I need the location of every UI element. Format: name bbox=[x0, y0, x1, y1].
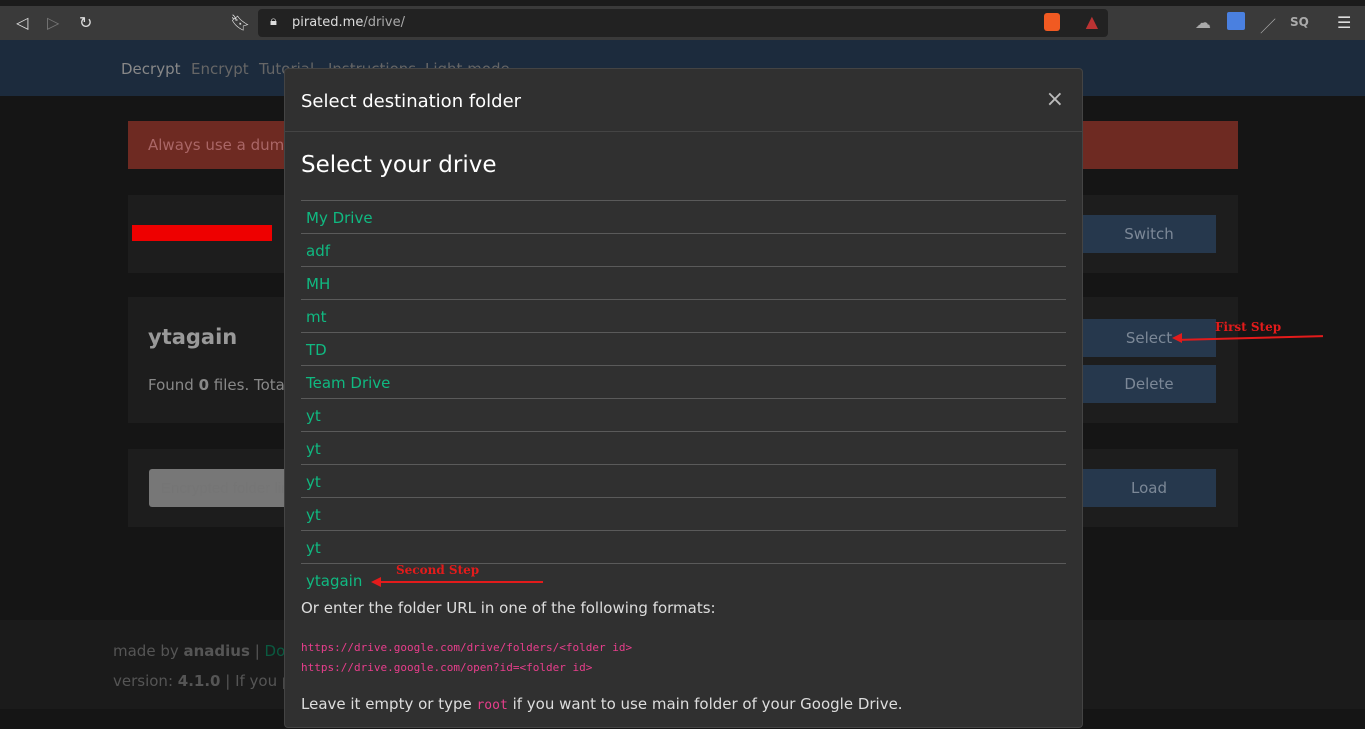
drive-item[interactable]: yt bbox=[301, 399, 1066, 432]
annotation-arrow bbox=[380, 581, 543, 583]
drive-item[interactable]: MH bbox=[301, 267, 1066, 300]
drive-heading: Select your drive bbox=[301, 152, 497, 178]
address-bar[interactable]: 🔒︎ pirated.me/drive/ ▲ bbox=[258, 9, 1108, 37]
lock-icon: 🔒︎ bbox=[270, 14, 277, 29]
drive-item[interactable]: adf bbox=[301, 234, 1066, 267]
back-icon[interactable]: ◁ bbox=[16, 13, 28, 32]
url-format-1: https://drive.google.com/drive/folders/<… bbox=[301, 641, 633, 654]
root-instructions: Leave it empty or type root if you want … bbox=[301, 695, 903, 713]
nav-encrypt[interactable]: Encrypt bbox=[191, 60, 249, 78]
modal-title: Select destination folder bbox=[301, 91, 522, 112]
nav-decrypt[interactable]: Decrypt bbox=[121, 60, 180, 78]
bookmark-icon[interactable]: 🔖︎ bbox=[230, 13, 250, 32]
annotation-first-step: First Step bbox=[1215, 320, 1282, 334]
pen-icon[interactable]: ／ bbox=[1260, 13, 1276, 37]
reload-icon[interactable]: ↻ bbox=[79, 13, 92, 32]
select-folder-modal: Select destination folder × Select your … bbox=[284, 68, 1083, 728]
translate-icon[interactable] bbox=[1227, 12, 1245, 30]
load-button[interactable]: Load bbox=[1082, 469, 1216, 507]
annotation-second-step: Second Step bbox=[396, 563, 480, 577]
drive-item[interactable]: yt bbox=[301, 531, 1066, 564]
sq-extension-icon[interactable]: SQ bbox=[1290, 15, 1309, 29]
redacted-account bbox=[132, 225, 272, 241]
brave-shield-icon[interactable] bbox=[1044, 13, 1060, 31]
browser-toolbar: ◁ ▷ ↻ 🔖︎ 🔒︎ pirated.me/drive/ ▲ ☁ ／ SQ ☰ bbox=[0, 6, 1365, 40]
menu-icon[interactable]: ☰ bbox=[1337, 13, 1351, 32]
folder-name: ytagain bbox=[148, 325, 238, 349]
arrow-head-icon bbox=[371, 577, 381, 587]
url-instructions: Or enter the folder URL in one of the fo… bbox=[301, 599, 716, 617]
forward-icon[interactable]: ▷ bbox=[47, 13, 59, 32]
modal-header: Select destination folder × bbox=[285, 69, 1082, 132]
drive-item[interactable]: TD bbox=[301, 333, 1066, 366]
arrow-head-icon bbox=[1172, 333, 1182, 343]
drive-item[interactable]: My Drive bbox=[301, 201, 1066, 234]
files-found: Found 0 files. Total bbox=[148, 376, 290, 394]
drive-item[interactable]: yt bbox=[301, 465, 1066, 498]
close-icon[interactable]: × bbox=[1046, 87, 1064, 112]
drive-item[interactable]: Team Drive bbox=[301, 366, 1066, 399]
drive-item[interactable]: yt bbox=[301, 498, 1066, 531]
url-format-2: https://drive.google.com/open?id=<folder… bbox=[301, 661, 593, 674]
drive-list: My Drive adf MH mt TD Team Drive yt yt y… bbox=[301, 200, 1066, 597]
url-host: pirated.me bbox=[292, 15, 364, 30]
extension-icon[interactable]: ☁ bbox=[1195, 13, 1211, 32]
drive-item[interactable]: mt bbox=[301, 300, 1066, 333]
url-path: /drive/ bbox=[363, 15, 405, 30]
drive-item[interactable]: yt bbox=[301, 432, 1066, 465]
brave-rewards-icon[interactable]: ▲ bbox=[1086, 12, 1098, 31]
switch-button[interactable]: Switch bbox=[1082, 215, 1216, 253]
delete-button[interactable]: Delete bbox=[1082, 365, 1216, 403]
